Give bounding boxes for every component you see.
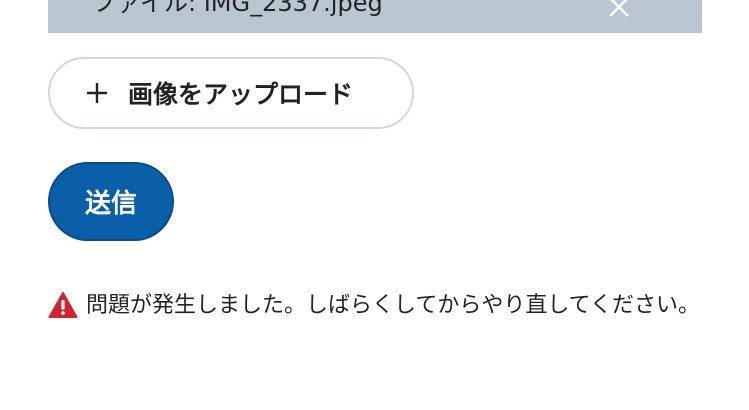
submit-button[interactable]: 送信: [48, 162, 174, 241]
attached-file-bar: ファイル: IMG_2337.jpeg: [48, 0, 702, 33]
attached-file-name: ファイル: IMG_2337.jpeg: [92, 0, 383, 17]
plus-icon: [87, 83, 107, 103]
error-message: 問題が発生しました。しばらくしてからやり直してください。: [48, 290, 708, 322]
upload-image-button[interactable]: 画像をアップロード: [48, 57, 414, 129]
close-icon[interactable]: [606, 0, 632, 20]
warning-icon: [48, 292, 78, 318]
submit-label: 送信: [84, 189, 137, 219]
upload-image-label: 画像をアップロード: [128, 80, 354, 109]
error-message-text: 問題が発生しました。しばらくしてからやり直してください。: [86, 293, 701, 318]
